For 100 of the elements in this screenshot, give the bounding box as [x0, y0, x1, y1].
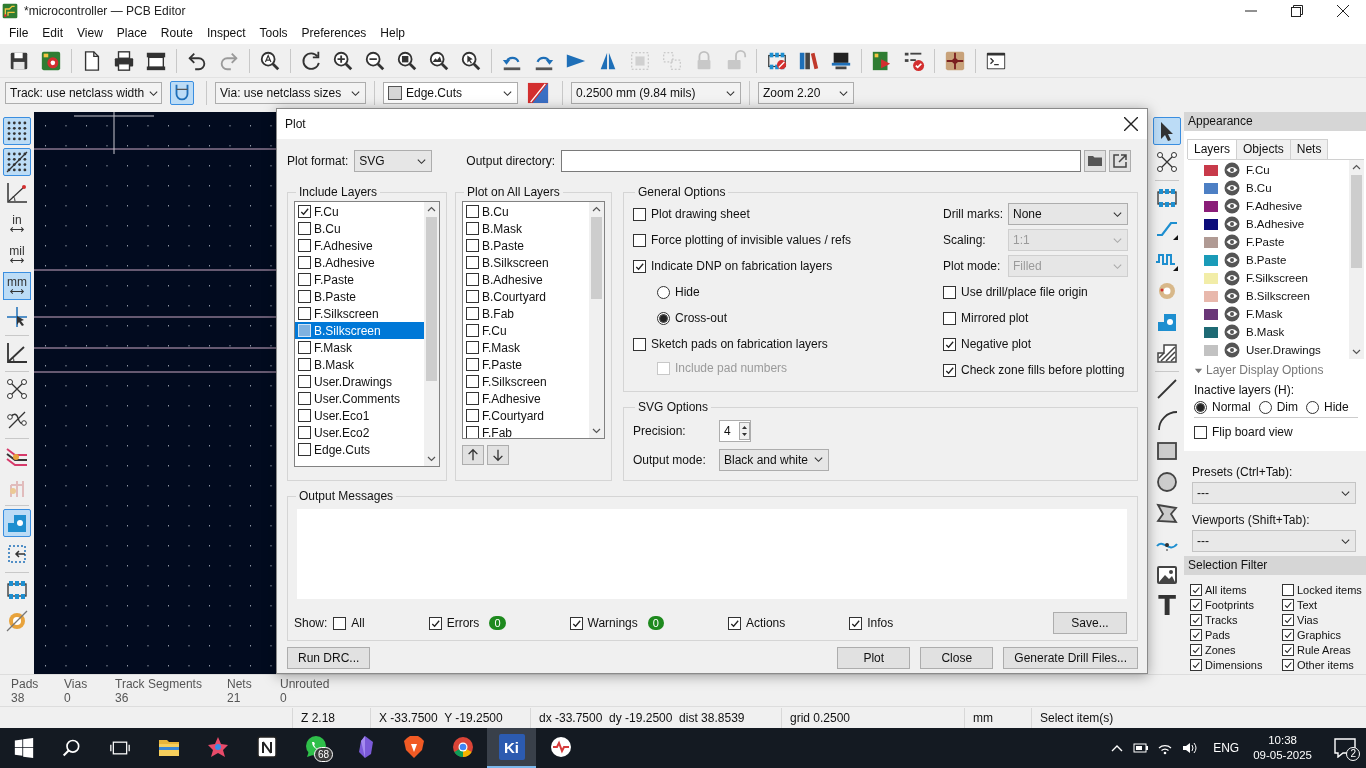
save-button[interactable]: Save... — [1053, 612, 1127, 634]
checkbox[interactable]: Actions — [727, 616, 786, 630]
menu-item[interactable]: Help — [373, 22, 412, 44]
clock-date[interactable]: 09-05-2025 — [1253, 748, 1312, 763]
checkbox[interactable]: Warnings — [569, 616, 638, 630]
via-size-dropdown[interactable]: Via: use netclass sizes — [215, 82, 366, 104]
checkbox[interactable]: Indicate DNP on fabrication layers — [633, 253, 833, 279]
viewports-dropdown[interactable]: --- — [1192, 530, 1356, 552]
eye-icon[interactable] — [1224, 342, 1240, 358]
list-item[interactable]: F.Cu — [463, 322, 589, 339]
scrollbar[interactable] — [589, 202, 604, 438]
notification-icon[interactable] — [1334, 738, 1356, 758]
menu-item[interactable]: View — [70, 22, 110, 44]
menu-item[interactable]: File — [2, 22, 36, 44]
list-item[interactable]: B.Mask — [463, 220, 589, 237]
list-item[interactable]: F.Paste — [463, 356, 589, 373]
eye-icon[interactable] — [1224, 306, 1240, 322]
menu-item[interactable]: Edit — [35, 22, 71, 44]
color-swatch[interactable] — [1204, 200, 1218, 212]
unit-button[interactable]: mil — [3, 241, 31, 269]
tab[interactable]: Layers — [1187, 139, 1238, 159]
checkbox[interactable]: Sketch pads on fabrication layers — [633, 331, 828, 357]
clock-time[interactable]: 10:38 — [1268, 733, 1297, 748]
list-item[interactable]: F.Cu — [295, 203, 424, 220]
list-item[interactable]: F.Paste — [295, 271, 424, 288]
checkbox[interactable]: Dimensions — [1190, 658, 1263, 671]
list-item[interactable]: B.Cu — [295, 220, 424, 237]
track-width-dropdown[interactable]: Track: use netclass width — [5, 82, 162, 104]
checkbox[interactable]: Tracks — [1190, 613, 1238, 626]
tab[interactable]: Objects — [1236, 139, 1291, 159]
close-icon[interactable] — [1124, 117, 1138, 131]
list-item[interactable]: F.Courtyard — [463, 407, 589, 424]
radio-circle[interactable] — [1194, 400, 1207, 414]
list-item[interactable]: B.Paste — [463, 237, 589, 254]
format-dropdown[interactable]: SVG — [354, 150, 433, 172]
list-item[interactable]: F.Silkscreen — [463, 373, 589, 390]
eye-icon[interactable] — [1224, 270, 1240, 286]
battery-icon[interactable] — [1133, 740, 1150, 756]
grid-dropdown[interactable]: 0.2500 mm (9.84 mils) — [571, 82, 741, 104]
taskbar-button[interactable]: Ki — [487, 728, 536, 768]
pad-icon[interactable] — [3, 509, 31, 537]
radio-button[interactable]: Cross-out — [633, 305, 727, 331]
list-item[interactable]: B.Silkscreen — [295, 322, 424, 339]
output-mode-dropdown[interactable]: Black and white — [719, 448, 829, 471]
list-item[interactable]: B.Paste — [295, 288, 424, 305]
color-swatch[interactable] — [1204, 308, 1218, 320]
color-swatch[interactable] — [1204, 272, 1218, 284]
list-item[interactable]: B.Silkscreen — [463, 254, 589, 271]
radio-circle[interactable] — [657, 311, 670, 325]
grid-icon[interactable] — [3, 148, 31, 176]
layer-name[interactable]: F.Paste — [1246, 236, 1285, 248]
down-arrow-button[interactable] — [487, 445, 509, 465]
checkbox[interactable]: Plot drawing sheet — [633, 201, 750, 227]
layer-name[interactable]: F.Silkscreen — [1246, 272, 1308, 284]
radio-button[interactable]: Dim — [1258, 400, 1298, 414]
list-item[interactable]: User.Comments — [295, 390, 424, 407]
checkbox[interactable]: Infos — [849, 616, 894, 630]
eye-icon[interactable] — [1224, 324, 1240, 340]
radio-circle[interactable] — [657, 285, 670, 299]
eye-icon[interactable] — [1224, 198, 1240, 214]
radio-circle[interactable] — [1258, 400, 1272, 414]
eye-icon[interactable] — [1224, 216, 1240, 232]
checkbox[interactable]: All items — [1190, 583, 1247, 596]
checkbox[interactable]: Locked items — [1282, 583, 1362, 596]
layer-name[interactable]: F.Cu — [1246, 164, 1270, 176]
button[interactable]: Plot — [837, 647, 911, 669]
checkbox[interactable]: Rule Areas — [1282, 643, 1351, 656]
taskbar-button[interactable]: 68 — [291, 728, 340, 768]
section-toggle[interactable]: Layer Display Options — [1194, 363, 1364, 377]
unit-button[interactable]: in — [3, 210, 31, 238]
list-item[interactable]: B.Adhesive — [463, 271, 589, 288]
color-swatch[interactable] — [1204, 326, 1218, 338]
menu-item[interactable]: Place — [109, 22, 154, 44]
color-swatch[interactable] — [1204, 164, 1218, 176]
layer-name[interactable]: B.Cu — [1246, 182, 1272, 194]
dropdown[interactable]: None — [1008, 203, 1128, 225]
eye-icon[interactable] — [1224, 162, 1240, 178]
checkbox[interactable]: All — [333, 616, 365, 630]
grid-icon[interactable] — [3, 117, 31, 145]
zoom-dropdown[interactable]: Zoom 2.20 — [758, 82, 854, 104]
list-item[interactable]: User.Drawings — [295, 373, 424, 390]
layer-name[interactable]: B.Mask — [1246, 326, 1285, 338]
presets-dropdown[interactable]: --- — [1192, 482, 1356, 504]
color-swatch[interactable] — [1204, 344, 1218, 356]
checkbox[interactable]: Use drill/place file origin — [943, 279, 1088, 305]
color-swatch[interactable] — [1204, 236, 1218, 248]
checkbox[interactable]: Vias — [1282, 613, 1319, 626]
track-posture-icon[interactable] — [170, 81, 194, 105]
scrollbar[interactable] — [424, 202, 439, 466]
layer-name[interactable]: B.Silkscreen — [1246, 290, 1310, 302]
list-item[interactable]: B.Mask — [295, 356, 424, 373]
list-item[interactable]: F.Mask — [295, 339, 424, 356]
checkbox[interactable]: Pads — [1190, 628, 1231, 641]
directory-field[interactable] — [561, 150, 1082, 172]
checkbox[interactable]: Footprints — [1190, 598, 1254, 611]
radio-button[interactable]: Normal — [1194, 400, 1251, 414]
layer-name[interactable]: User.Drawings — [1246, 344, 1321, 356]
open-button[interactable] — [1109, 150, 1132, 172]
unit-button[interactable]: mm — [3, 272, 31, 300]
pointer-icon[interactable] — [1153, 117, 1181, 145]
